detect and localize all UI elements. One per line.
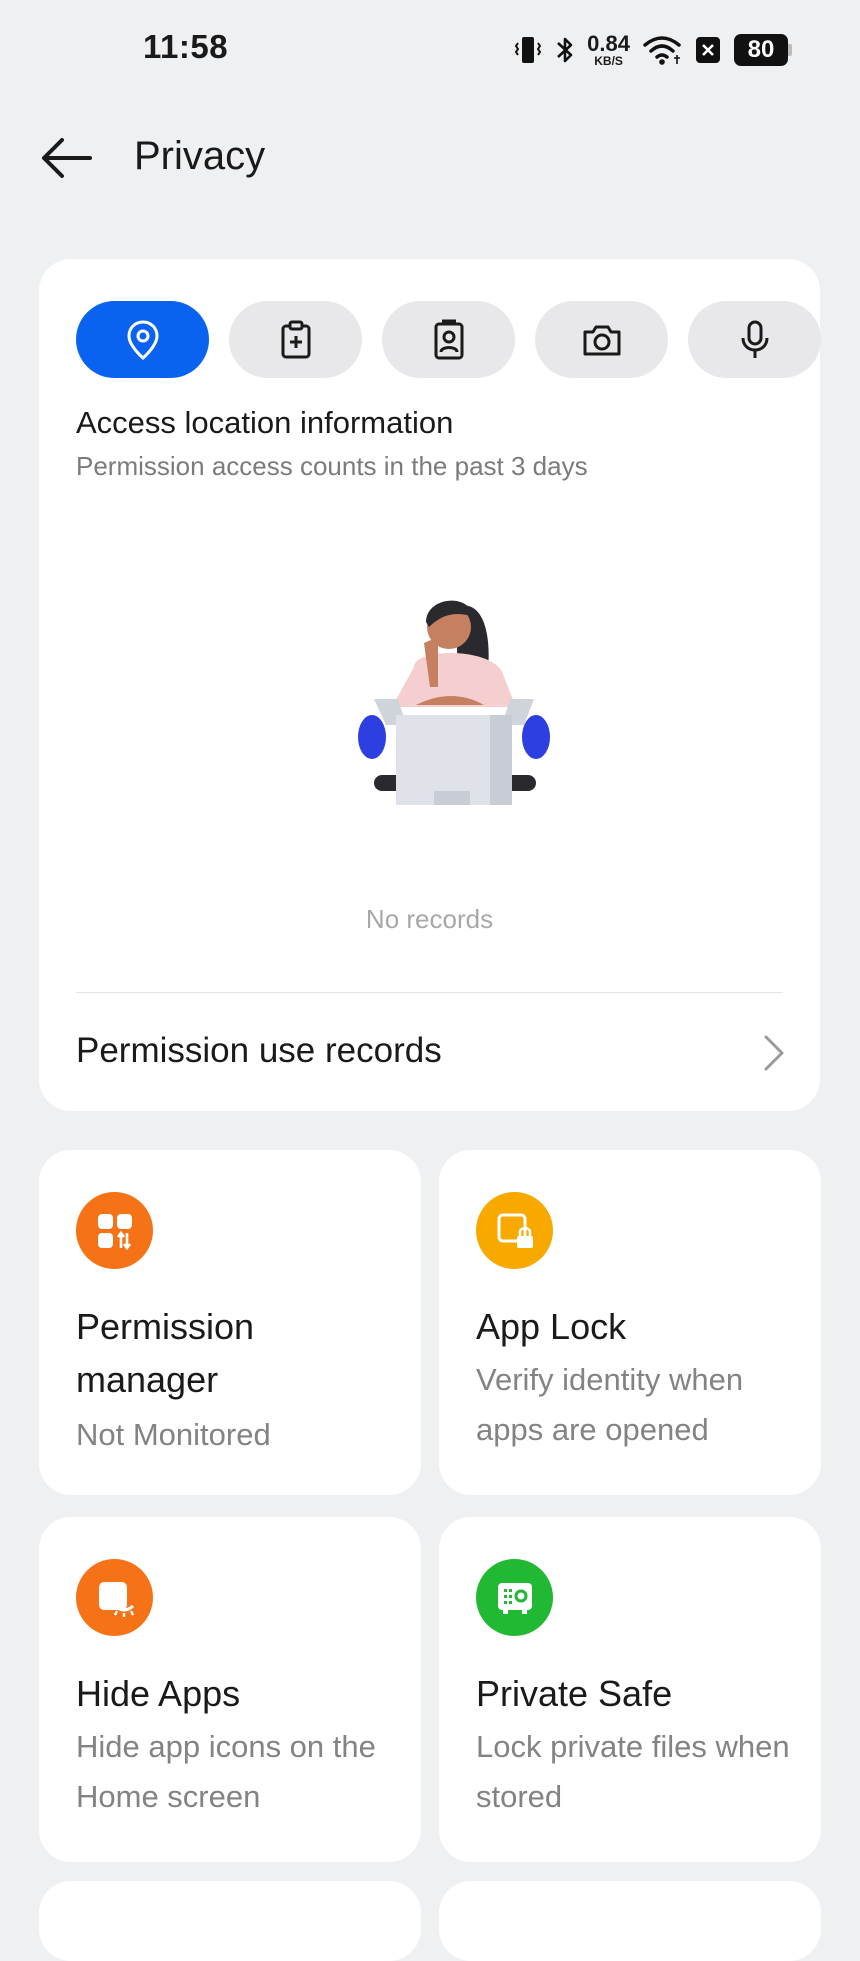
app-lock-icon — [476, 1192, 553, 1269]
vibrate-icon — [514, 37, 542, 63]
chevron-right-icon — [764, 1035, 784, 1071]
tile-title: Private Safe — [476, 1673, 673, 1714]
nfc-icon — [696, 37, 720, 63]
tile-title: Hide Apps — [76, 1673, 241, 1714]
network-speed: 0.84 KB/S — [587, 31, 630, 68]
tile-description: Verify identity when apps are opened — [476, 1362, 744, 1447]
tab-camera[interactable] — [535, 301, 668, 378]
private-safe-icon — [476, 1559, 553, 1636]
permission-access-card: Access location information Permission a… — [39, 259, 821, 1111]
section-subtitle: Permission access counts in the past 3 d… — [76, 451, 588, 481]
additional-tile[interactable] — [439, 1881, 821, 1961]
tab-contacts[interactable] — [382, 301, 515, 378]
additional-tile[interactable] — [39, 1881, 421, 1961]
permission-manager-tile[interactable]: Permission manager Not Monitored — [39, 1150, 421, 1495]
battery-tip — [788, 44, 792, 56]
tile-description: Not Monitored — [76, 1417, 271, 1452]
network-speed-value: 0.84 — [587, 31, 630, 56]
back-arrow-icon[interactable] — [36, 132, 96, 184]
status-bar: 11:58 0.84 KB/S 80 — [0, 0, 860, 100]
tile-description: Lock private files when stored — [476, 1729, 790, 1814]
status-icons: 0.84 KB/S 80 — [513, 28, 792, 72]
network-speed-unit: KB/S — [594, 54, 623, 68]
tab-clipboard[interactable] — [229, 301, 362, 378]
tile-title: App Lock — [476, 1306, 627, 1347]
microphone-icon — [741, 320, 768, 358]
private-safe-tile[interactable]: Private Safe Lock private files when sto… — [439, 1517, 821, 1862]
status-time: 11:58 — [143, 28, 229, 65]
permission-use-records-link[interactable]: Permission use records — [39, 993, 820, 1111]
tile-title: Permission manager — [76, 1306, 255, 1400]
bluetooth-icon — [557, 37, 573, 63]
tile-description: Hide app icons on the Home screen — [76, 1729, 376, 1814]
hide-apps-icon — [76, 1559, 153, 1636]
hide-apps-tile[interactable]: Hide Apps Hide app icons on the Home scr… — [39, 1517, 421, 1862]
wifi-icon — [643, 36, 681, 65]
permission-tabs — [76, 301, 821, 378]
page-title: Privacy — [134, 134, 266, 178]
camera-icon — [583, 325, 620, 355]
battery-icon: 80 — [734, 34, 792, 66]
contacts-icon — [434, 319, 463, 359]
empty-state-text: No records — [365, 904, 494, 934]
location-pin-icon — [126, 319, 159, 360]
battery-level: 80 — [734, 34, 788, 66]
clipboard-icon — [281, 320, 310, 358]
section-title: Access location information — [76, 405, 454, 440]
tab-location[interactable] — [76, 301, 209, 378]
permission-use-records-label: Permission use records — [76, 1031, 442, 1070]
permission-manager-icon — [76, 1192, 153, 1269]
tab-microphone[interactable] — [688, 301, 821, 378]
header: Privacy — [0, 110, 860, 206]
empty-state-illustration — [358, 600, 550, 805]
app-lock-tile[interactable]: App Lock Verify identity when apps are o… — [439, 1150, 821, 1495]
